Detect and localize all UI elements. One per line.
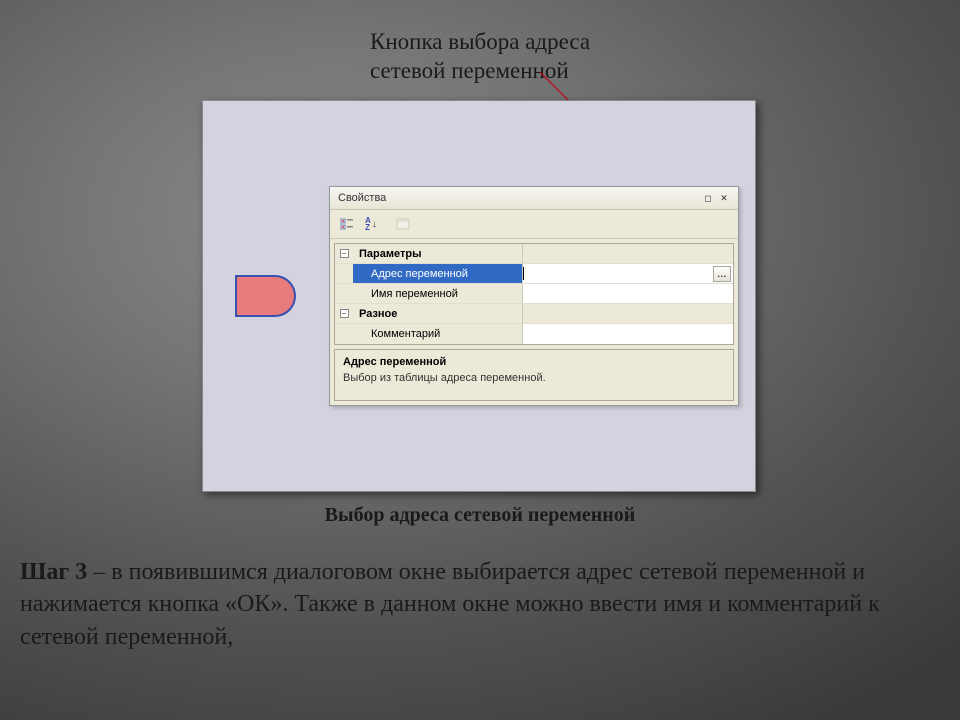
description-body: Выбор из таблицы адреса переменной. xyxy=(343,372,725,384)
step-text: Шаг 3 – в появившимся диалоговом окне вы… xyxy=(20,556,940,653)
text-caret xyxy=(523,267,524,280)
annotation-line2: сетевой переменной xyxy=(370,58,569,83)
collapse-toggle[interactable]: − xyxy=(335,304,353,323)
properties-panel: Свойства ◻ ✕ AZ↓ xyxy=(329,186,739,406)
category-label-misc: Разное xyxy=(353,304,523,323)
category-row-misc[interactable]: − Разное xyxy=(335,304,733,324)
property-label-name: Имя переменной xyxy=(353,284,523,303)
sort-az-button[interactable]: AZ↓ xyxy=(360,214,382,234)
property-page-button xyxy=(392,214,414,234)
annotation-line1: Кнопка выбора адреса xyxy=(370,29,590,54)
category-value-empty xyxy=(523,304,733,323)
maximize-icon[interactable]: ◻ xyxy=(702,193,714,203)
category-value-empty xyxy=(523,244,733,263)
property-row-comment[interactable]: Комментарий xyxy=(335,324,733,344)
property-value-address[interactable]: ... xyxy=(523,264,733,283)
screenshot-container: Свойства ◻ ✕ AZ↓ xyxy=(202,100,756,492)
property-row-address[interactable]: Адрес переменной ... xyxy=(335,264,733,284)
row-gutter xyxy=(335,264,353,283)
category-row-parameters[interactable]: − Параметры xyxy=(335,244,733,264)
properties-titlebar: Свойства ◻ ✕ xyxy=(330,187,738,210)
categorized-view-button[interactable] xyxy=(336,214,358,234)
row-gutter xyxy=(335,284,353,303)
row-gutter xyxy=(335,324,353,344)
step-rest: – в появившимся диалоговом окне выбирает… xyxy=(20,559,880,650)
description-title: Адрес переменной xyxy=(343,356,725,368)
property-page-icon xyxy=(396,218,410,230)
properties-toolbar: AZ↓ xyxy=(330,210,738,239)
step-lead: Шаг 3 xyxy=(20,559,87,585)
figure-caption: Выбор адреса сетевой переменной xyxy=(0,504,960,527)
property-label-address: Адрес переменной xyxy=(353,264,523,283)
close-icon[interactable]: ✕ xyxy=(718,193,730,203)
property-label-comment: Комментарий xyxy=(353,324,523,344)
property-row-name[interactable]: Имя переменной xyxy=(335,284,733,304)
gate-area xyxy=(203,101,329,491)
property-grid: − Параметры Адрес переменной ... Имя пер… xyxy=(334,243,734,345)
property-value-name[interactable] xyxy=(523,284,733,303)
property-value-comment[interactable] xyxy=(523,324,733,344)
properties-title-text: Свойства xyxy=(338,192,386,204)
annotation-label: Кнопка выбора адреса сетевой переменной xyxy=(370,28,590,86)
address-browse-button[interactable]: ... xyxy=(713,266,731,282)
collapse-toggle[interactable]: − xyxy=(335,244,353,263)
and-gate-icon xyxy=(235,275,297,317)
sort-az-icon: AZ xyxy=(365,217,371,231)
description-pane: Адрес переменной Выбор из таблицы адреса… xyxy=(334,349,734,401)
categorized-icon xyxy=(340,218,354,231)
category-label: Параметры xyxy=(353,244,523,263)
